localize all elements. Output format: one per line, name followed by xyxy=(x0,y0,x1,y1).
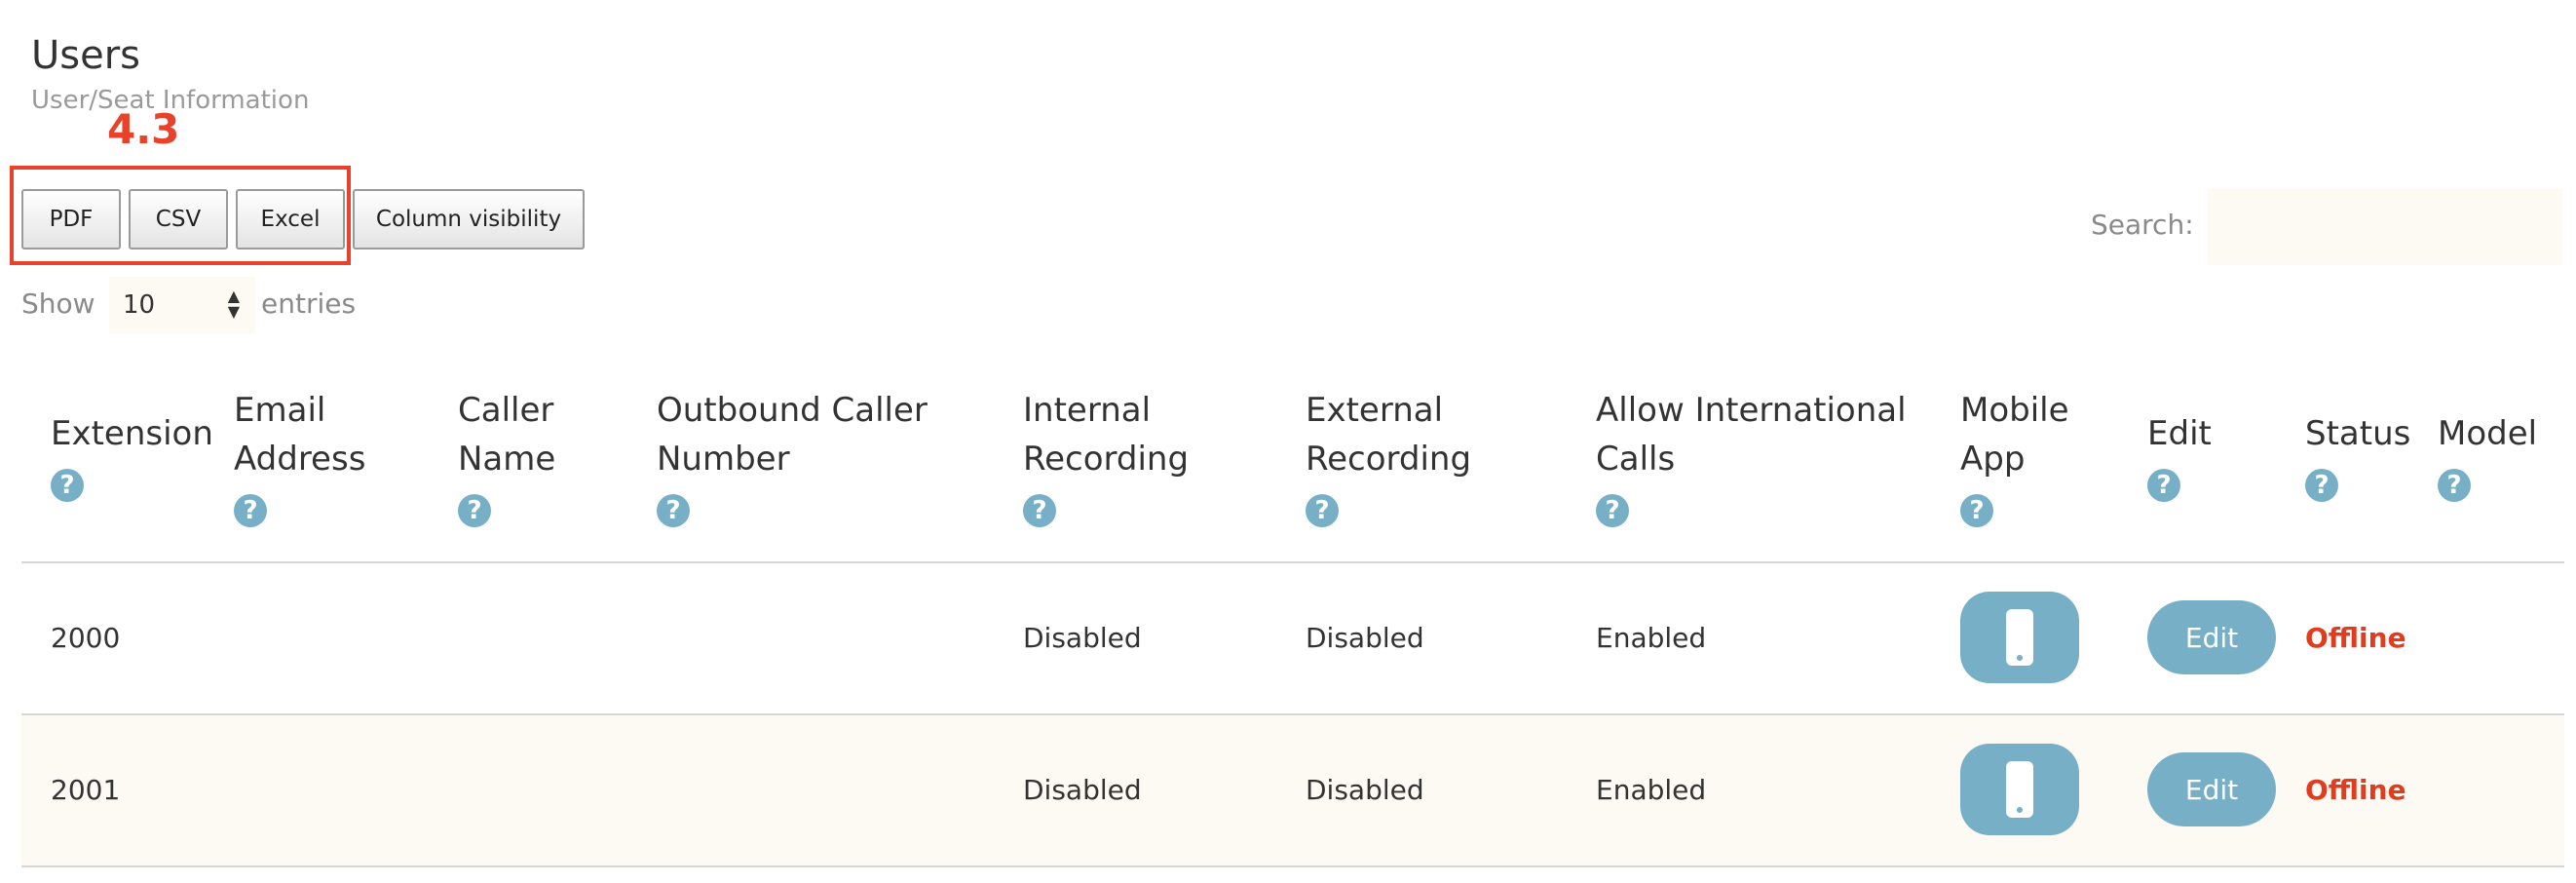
column-header-status[interactable]: Status ? xyxy=(2305,409,2410,507)
cell-extension: 2001 xyxy=(51,774,121,806)
question-circle-icon[interactable]: ? xyxy=(1023,494,1056,527)
column-header-label: Status xyxy=(2305,414,2411,453)
column-header-outbound-caller-number[interactable]: Outbound Caller Number ? xyxy=(657,386,928,532)
cell-extension: 2000 xyxy=(51,622,121,654)
question-circle-icon[interactable]: ? xyxy=(1596,494,1629,527)
cell-international-calls: Enabled xyxy=(1596,774,1707,806)
column-header-caller-name[interactable]: Caller Name ? xyxy=(458,386,555,532)
column-header-label: Allow International Calls xyxy=(1596,391,1907,479)
entries-length-value: 10 xyxy=(123,290,156,320)
annotation-label: 4.3 xyxy=(107,105,180,153)
cell-internal-recording: Disabled xyxy=(1023,622,1142,654)
question-circle-icon[interactable]: ? xyxy=(234,494,267,527)
edit-button[interactable]: Edit xyxy=(2147,600,2276,674)
mobile-app-button[interactable] xyxy=(1960,592,2079,683)
entries-length-select[interactable]: 10 ▲ ▼ xyxy=(109,277,255,333)
column-visibility-button[interactable]: Column visibility xyxy=(353,189,585,250)
column-header-label: Mobile App xyxy=(1960,391,2069,479)
csv-export-button[interactable]: CSV xyxy=(129,189,228,250)
column-header-external-recording[interactable]: External Recording ? xyxy=(1306,386,1471,532)
column-header-label: External Recording xyxy=(1306,391,1472,479)
pdf-export-button[interactable]: PDF xyxy=(21,189,121,250)
question-circle-icon[interactable]: ? xyxy=(51,469,84,502)
cell-external-recording: Disabled xyxy=(1306,622,1424,654)
column-header-label: Email Address xyxy=(234,391,366,479)
column-header-allow-international-calls[interactable]: Allow International Calls ? xyxy=(1596,386,1907,532)
column-header-label: Internal Recording xyxy=(1023,391,1190,479)
column-header-mobile-app[interactable]: Mobile App ? xyxy=(1960,386,2069,532)
column-header-model[interactable]: Model ? xyxy=(2438,409,2537,507)
question-circle-icon[interactable]: ? xyxy=(1306,494,1339,527)
column-header-label: Extension xyxy=(51,414,213,453)
mobile-phone-icon xyxy=(2006,609,2033,666)
question-circle-icon[interactable]: ? xyxy=(1960,494,1993,527)
column-header-label: Edit xyxy=(2147,414,2212,453)
cell-international-calls: Enabled xyxy=(1596,622,1707,654)
column-header-email-address[interactable]: Email Address ? xyxy=(234,386,365,532)
column-header-label: Caller Name xyxy=(458,391,556,479)
question-circle-icon[interactable]: ? xyxy=(2305,469,2338,502)
cell-external-recording: Disabled xyxy=(1306,774,1424,806)
status-badge: Offline xyxy=(2305,774,2406,806)
status-badge: Offline xyxy=(2305,622,2406,654)
column-header-extension[interactable]: Extension ? xyxy=(51,409,213,507)
excel-export-button[interactable]: Excel xyxy=(236,189,345,250)
question-circle-icon[interactable]: ? xyxy=(458,494,491,527)
mobile-app-button[interactable] xyxy=(1960,744,2079,835)
show-label: Show xyxy=(21,288,95,320)
column-header-internal-recording[interactable]: Internal Recording ? xyxy=(1023,386,1189,532)
mobile-phone-icon xyxy=(2006,761,2033,818)
question-circle-icon[interactable]: ? xyxy=(657,494,690,527)
select-arrows-icon: ▲ ▼ xyxy=(227,287,240,321)
question-circle-icon[interactable]: ? xyxy=(2438,469,2471,502)
question-circle-icon[interactable]: ? xyxy=(2147,469,2180,502)
search-input[interactable] xyxy=(2208,189,2562,265)
column-header-edit[interactable]: Edit ? xyxy=(2147,409,2212,507)
entries-label: entries xyxy=(261,288,357,320)
page-title: Users xyxy=(31,33,141,78)
column-header-label: Model xyxy=(2438,414,2538,453)
search-label: Search: xyxy=(2091,209,2194,241)
users-page: Users User/Seat Information 4.3 PDF CSV … xyxy=(0,0,2576,883)
cell-internal-recording: Disabled xyxy=(1023,774,1142,806)
edit-button[interactable]: Edit xyxy=(2147,752,2276,826)
column-header-label: Outbound Caller Number xyxy=(657,391,928,479)
row-divider xyxy=(21,865,2564,867)
